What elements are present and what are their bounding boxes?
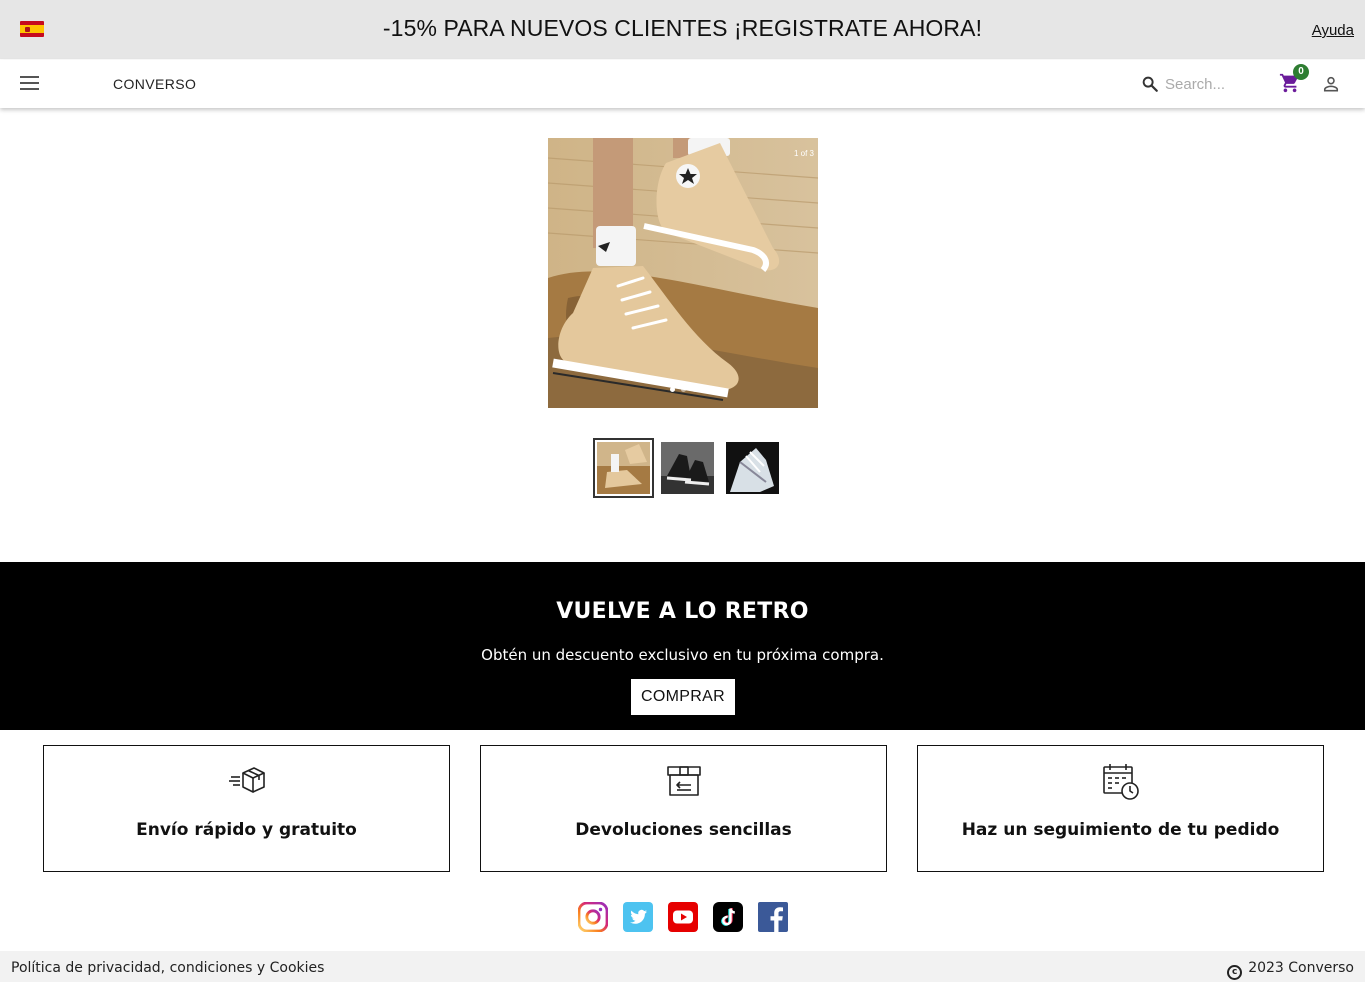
carousel-dot[interactable]: [691, 387, 697, 392]
promo-bar: -15% PARA NUEVOS CLIENTES ¡REGISTRATE AH…: [0, 0, 1365, 59]
thumbnail-2[interactable]: [661, 442, 714, 494]
carousel-dot[interactable]: [669, 387, 675, 392]
navbar: CONVERSO 0: [0, 60, 1365, 108]
feature-title: Devoluciones sencillas: [575, 820, 792, 840]
help-link[interactable]: Ayuda: [1312, 22, 1354, 39]
returns-box-icon: [666, 766, 701, 796]
buy-button[interactable]: COMPRAR: [631, 679, 735, 715]
footer: Política de privacidad, condiciones y Co…: [0, 951, 1365, 982]
brand-logo[interactable]: CONVERSO: [113, 76, 196, 92]
carousel-dot[interactable]: [680, 387, 686, 392]
tiktok-icon[interactable]: [713, 902, 743, 932]
carousel-dots: [548, 379, 818, 397]
thumbnail-1[interactable]: [593, 438, 654, 498]
copyright-text: 2023 Converso: [1248, 960, 1354, 976]
feature-title: Envío rápido y gratuito: [136, 820, 357, 840]
privacy-policy-link[interactable]: Política de privacidad, condiciones y Co…: [11, 960, 324, 976]
facebook-icon[interactable]: [758, 902, 788, 932]
search-input[interactable]: [1165, 73, 1265, 95]
copyright-icon: c: [1227, 965, 1243, 980]
slide-counter: 1 of 3: [793, 149, 814, 158]
banner-subtitle: Obtén un descuento exclusivo en tu próxi…: [481, 646, 884, 664]
feature-title: Haz un seguimiento de tu pedido: [961, 820, 1280, 840]
feature-card-returns[interactable]: Devoluciones sencillas: [480, 745, 887, 872]
youtube-icon[interactable]: [668, 902, 698, 932]
cart-count-badge: 0: [1293, 64, 1309, 80]
copyright: c 2023 Converso: [1227, 960, 1354, 980]
search-icon[interactable]: [1141, 75, 1159, 93]
menu-icon[interactable]: [20, 76, 39, 91]
instagram-icon[interactable]: [577, 901, 609, 933]
product-carousel[interactable]: 1 of 3: [548, 138, 818, 408]
feature-card-tracking[interactable]: Haz un seguimiento de tu pedido: [917, 745, 1324, 872]
product-image-sneaker-beige: [548, 138, 818, 408]
calendar-clock-icon: [1102, 764, 1139, 800]
account-icon[interactable]: [1321, 74, 1341, 94]
shipping-box-icon: [228, 767, 265, 793]
retro-banner: VUELVE A LO RETRO Obtén un descuento exc…: [0, 562, 1365, 730]
thumbnail-3[interactable]: [726, 442, 779, 494]
banner-title: VUELVE A LO RETRO: [556, 599, 809, 624]
twitter-icon[interactable]: [623, 902, 653, 932]
promo-text[interactable]: -15% PARA NUEVOS CLIENTES ¡REGISTRATE AH…: [0, 15, 1365, 42]
feature-card-shipping[interactable]: Envío rápido y gratuito: [43, 745, 450, 872]
